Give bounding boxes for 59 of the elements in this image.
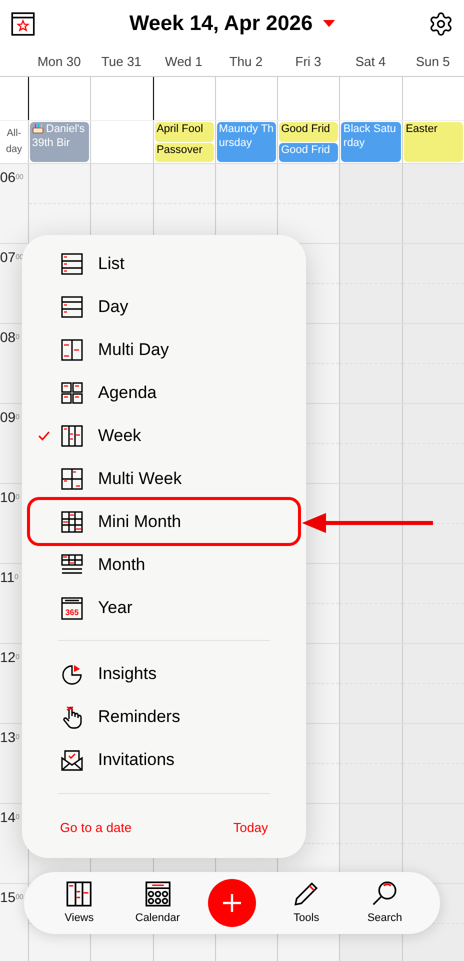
dropdown-caret-icon[interactable] [322,20,335,28]
tool-menu-item[interactable]: Invitations [30,738,298,781]
envelope-check-icon [60,748,84,772]
hour-label: 12$^{0}$ [0,649,20,665]
toolbar-tab[interactable]: Search [356,880,413,926]
view-menu-item[interactable]: Multi Day [30,328,298,371]
plus-icon [222,893,242,913]
hour-label: 15$^{00}$ [0,889,24,905]
pencil-icon [292,880,320,908]
week-view-icon [65,880,94,908]
multi-day-view-icon [60,338,84,362]
toolbar-tab[interactable]: Tools [278,880,334,926]
view-menu-item[interactable]: Month [30,543,298,586]
agenda-view-icon [60,380,84,404]
toolbar-tab[interactable]: Calendar [130,880,186,926]
list-view-icon [60,252,84,276]
tool-menu-item[interactable]: Reminders [30,695,298,738]
all-day-event[interactable]: Passover [154,142,214,162]
hour-label: 10$^{0}$ [0,489,20,505]
hour-label: 14$^{0}$ [0,809,20,825]
toolbar-tab[interactable]: Views [51,880,108,926]
day-label: Mon 30 [37,53,81,72]
mini-month-view-icon [60,510,84,534]
hour-label: 11$^{0}$ [0,569,18,585]
view-menu-item[interactable]: Multi Week [30,457,298,500]
view-menu-item[interactable]: Day [30,285,298,328]
day-label: Sat 4 [355,53,386,72]
view-menu-item[interactable]: Week [30,414,298,457]
hour-label: 08$^{0}$ [0,329,20,345]
add-button[interactable] [208,879,256,927]
hour-label: 09$^{0}$ [0,409,20,425]
day-label: Sun 5 [416,53,450,72]
go-to-date-link[interactable]: Go to a date [60,818,132,838]
hour-label: 13$^{0}$ [0,729,20,745]
tool-menu-item[interactable]: Insights [30,652,298,695]
view-menu-item[interactable]: Agenda [30,371,298,414]
day-label: Tue 31 [101,53,142,72]
day-label: Thu 2 [229,53,263,72]
day-label: Fri 3 [295,53,322,72]
settings-icon[interactable] [428,11,454,37]
view-menu-item[interactable]: Mini Month [30,500,298,543]
calendar-icon [144,880,172,908]
hour-label: 06$^{00}$ [0,169,24,185]
search-icon [370,880,399,908]
hand-with-string-icon [60,704,84,728]
all-day-event[interactable]: April Fool [154,122,214,142]
year-view-icon: 365 [60,596,84,620]
multi-week-view-icon [60,466,84,490]
view-menu-item[interactable]: List [30,242,298,285]
day-label: Wed 1 [165,53,202,72]
day-view-icon [60,294,84,318]
week-title[interactable]: Week 14, Apr 2026 [129,8,313,40]
all-day-event[interactable]: Easter [404,122,463,162]
today-link[interactable]: Today [233,818,268,838]
all-day-event[interactable]: Good Frid [279,122,338,142]
week-view-icon [60,424,84,448]
all-day-label: All-day [4,127,24,157]
month-view-icon [60,552,84,576]
view-menu-item[interactable]: 365 Year [30,586,298,629]
